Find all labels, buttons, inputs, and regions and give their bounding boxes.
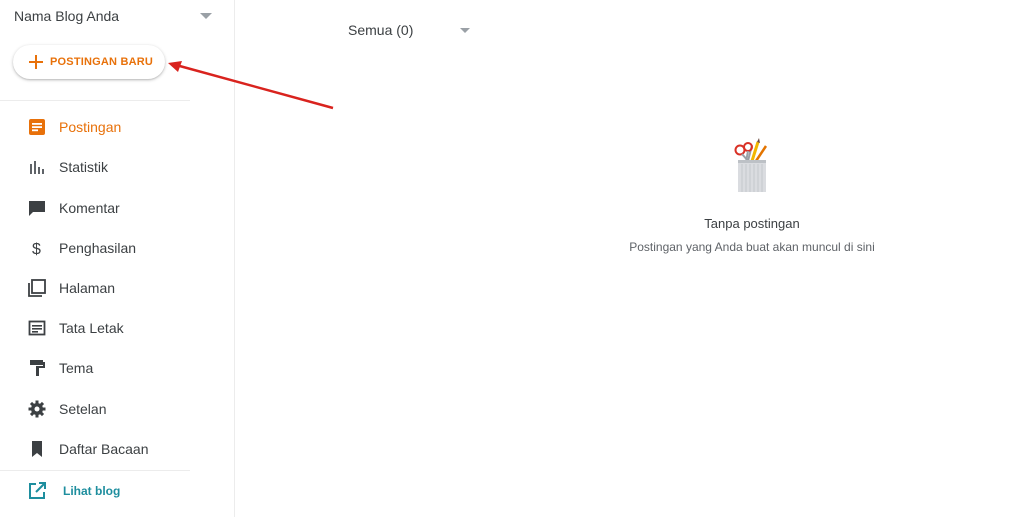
chevron-down-icon [200, 13, 212, 19]
view-blog-label: Lihat blog [63, 484, 121, 498]
filter-label: Semua (0) [348, 22, 414, 38]
posts-icon [29, 119, 45, 135]
external-link-icon [29, 482, 46, 499]
divider [0, 470, 190, 471]
bookmark-icon [32, 441, 42, 457]
sidebar-item-label: Postingan [59, 119, 122, 135]
view-blog-link[interactable]: Lihat blog [0, 473, 190, 509]
comment-icon [29, 201, 45, 216]
new-post-label: POSTINGAN BARU [50, 56, 154, 68]
sidebar-item-label: Setelan [59, 401, 107, 417]
pencil-cup-illustration [734, 138, 768, 192]
sidebar-item-label: Tata Letak [59, 320, 124, 336]
dollar-icon: $ [32, 241, 41, 258]
annotation-arrow [168, 61, 334, 110]
sidebar-item-settings[interactable]: Setelan [0, 391, 190, 427]
chevron-down-icon [460, 28, 470, 33]
sidebar-item-label: Tema [59, 360, 94, 376]
pages-icon [28, 279, 46, 297]
sidebar-item-label: Komentar [59, 200, 120, 216]
gear-icon [28, 400, 46, 418]
empty-state-title: Tanpa postingan [704, 216, 800, 231]
sidebar-item-theme[interactable]: Tema [0, 350, 190, 386]
blog-name: Nama Blog Anda [14, 8, 120, 24]
sidebar-item-reading-list[interactable]: Daftar Bacaan [0, 431, 190, 467]
sidebar-item-label: Daftar Bacaan [59, 441, 149, 457]
sidebar-item-pages[interactable]: Halaman [0, 270, 190, 306]
sidebar-item-earnings[interactable]: $ Penghasilan [0, 230, 190, 266]
stats-icon [30, 161, 44, 174]
sidebar-item-layout[interactable]: Tata Letak [0, 310, 190, 346]
sidebar-item-label: Penghasilan [59, 240, 137, 256]
sidebar-item-label: Statistik [59, 159, 109, 175]
sidebar-item-comments[interactable]: Komentar [0, 190, 190, 226]
sidebar-item-stats[interactable]: Statistik [0, 149, 190, 185]
blog-selector[interactable]: Nama Blog Anda [14, 8, 214, 26]
svg-text:$: $ [32, 241, 41, 258]
sidebar-item-label: Halaman [59, 280, 116, 296]
new-post-button[interactable]: POSTINGAN BARU [13, 45, 165, 79]
plus-icon [29, 55, 43, 69]
post-filter-dropdown[interactable]: Semua (0) [348, 22, 478, 40]
empty-state-subtitle: Postingan yang Anda buat akan muncul di … [629, 240, 875, 254]
paint-roller-icon [30, 360, 45, 376]
layout-icon [28, 320, 46, 336]
